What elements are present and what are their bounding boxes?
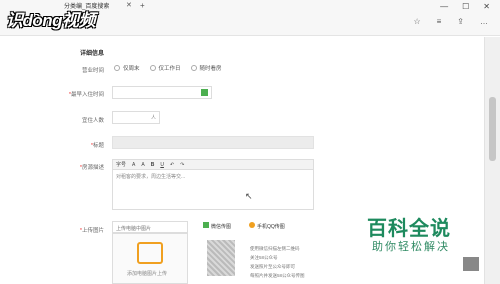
radio-label: 仅工作日 bbox=[158, 66, 181, 72]
bg-color-button[interactable]: A bbox=[141, 162, 144, 168]
font-color-button[interactable]: A bbox=[132, 162, 135, 168]
font-size-select[interactable]: 字号 bbox=[116, 161, 126, 168]
watermark-title: 百科全说 bbox=[367, 218, 451, 240]
redo-icon[interactable]: ↷ bbox=[180, 162, 184, 168]
tab-close-icon[interactable]: ✕ bbox=[126, 1, 132, 9]
radio-circle-icon bbox=[190, 65, 197, 71]
instruction-line: 发送照片至公众号即可 bbox=[250, 264, 295, 269]
favorite-icon[interactable]: ☆ bbox=[413, 17, 420, 26]
maximize-icon[interactable]: ☐ bbox=[462, 0, 469, 14]
upload-tabs: 微信传图 手机QQ传图 bbox=[203, 222, 285, 230]
desc-label: *房源描述 bbox=[79, 165, 104, 171]
more-icon[interactable]: … bbox=[480, 17, 488, 26]
time-radio-group: 仅周末 仅工作日 随时看房 bbox=[114, 64, 232, 72]
upload-label: *上传图片 bbox=[79, 228, 104, 234]
scrollbar[interactable] bbox=[484, 37, 500, 284]
undo-icon[interactable]: ↶ bbox=[170, 162, 174, 168]
qr-code-image bbox=[207, 240, 235, 276]
minimize-icon[interactable]: — bbox=[440, 0, 448, 14]
tab-wechat[interactable]: 微信传图 bbox=[203, 222, 231, 230]
people-label: 宜住人数 bbox=[81, 118, 104, 124]
time-label: 营业时间 bbox=[81, 68, 104, 74]
radio-label: 随时看房 bbox=[199, 66, 222, 72]
watermark-subtitle: 助你轻松解决 bbox=[372, 241, 450, 253]
hub-icon[interactable]: ≡ bbox=[437, 17, 442, 26]
section-title: 详细信息 bbox=[80, 51, 105, 57]
title-input[interactable] bbox=[112, 136, 314, 149]
radio-weekend[interactable]: 仅周末 bbox=[114, 64, 140, 72]
upload-hint: 添加电脑图片上传 bbox=[127, 271, 168, 277]
desc-editor[interactable]: 对租客的要求，周边生活等交... bbox=[112, 170, 314, 210]
instruction-line: 使用微信扫描左侧二维码 bbox=[250, 246, 300, 251]
radio-anytime[interactable]: 随时看房 bbox=[190, 64, 222, 72]
desc-placeholder: 对租客的要求，周边生活等交... bbox=[116, 174, 186, 180]
people-unit: 人 bbox=[150, 115, 156, 121]
share-icon[interactable]: ⇪ bbox=[457, 17, 464, 26]
cursor-icon: ↖ bbox=[245, 191, 253, 201]
title-label: *标题 bbox=[90, 143, 104, 149]
video-logo: 识dòng视频 bbox=[6, 11, 96, 30]
new-tab-icon[interactable]: + bbox=[140, 1, 145, 10]
qq-icon bbox=[249, 222, 256, 228]
picture-icon bbox=[137, 242, 163, 264]
upload-local-tab[interactable]: 上传电脑中图片 bbox=[112, 221, 188, 233]
underline-button[interactable]: U bbox=[160, 162, 164, 168]
tv-icon bbox=[463, 257, 479, 271]
radio-circle-icon bbox=[149, 65, 156, 71]
date-label: *最早入住时间 bbox=[68, 92, 104, 98]
tab-mobile-qq[interactable]: 手机QQ传图 bbox=[249, 222, 285, 230]
instruction-line: 关注58公众号 bbox=[250, 255, 278, 260]
instruction-line: 每照片并发送58公众号传图 bbox=[250, 273, 305, 278]
editor-toolbar: 字号 A A B U ↶ ↷ bbox=[112, 159, 314, 170]
date-input[interactable] bbox=[112, 86, 212, 99]
calendar-icon[interactable] bbox=[201, 89, 208, 96]
bold-button[interactable]: B bbox=[151, 162, 155, 168]
wechat-instructions: 使用微信扫描左侧二维码 关注58公众号 发送照片至公众号即可 每照片并发送58公… bbox=[250, 244, 305, 280]
radio-workday[interactable]: 仅工作日 bbox=[149, 64, 181, 72]
wechat-icon bbox=[203, 222, 209, 228]
close-window-icon[interactable]: ✕ bbox=[483, 0, 490, 14]
radio-label: 仅周末 bbox=[123, 66, 140, 72]
people-input[interactable]: 人 bbox=[112, 111, 160, 124]
radio-circle-icon bbox=[114, 65, 120, 71]
scroll-thumb[interactable] bbox=[489, 97, 496, 161]
upload-dropzone[interactable]: 添加电脑图片上传 bbox=[112, 233, 188, 284]
